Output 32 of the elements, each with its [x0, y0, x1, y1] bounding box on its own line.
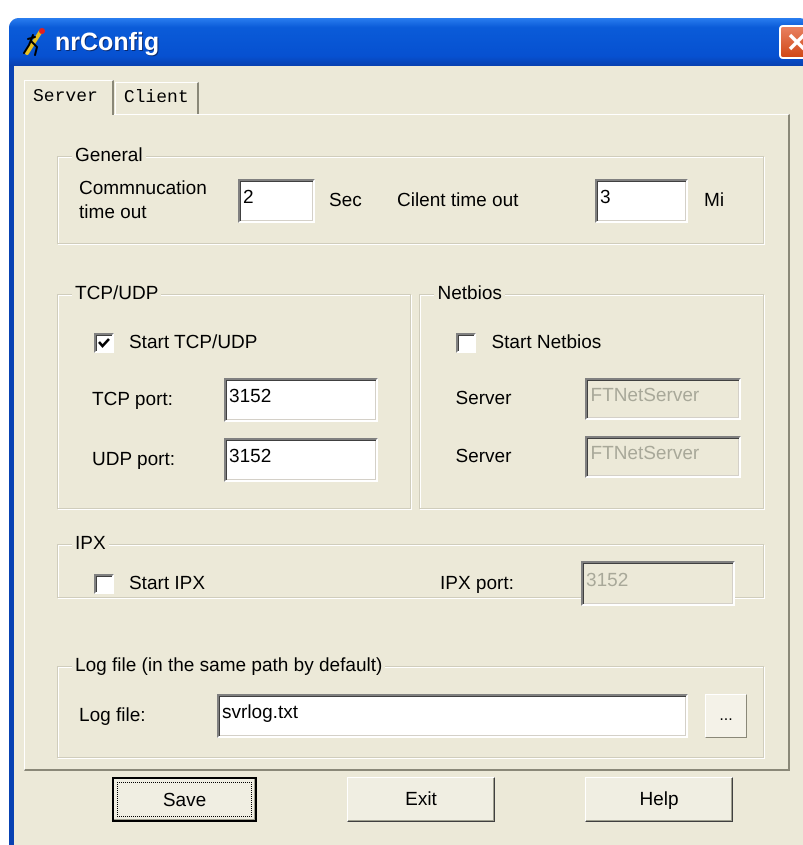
- figure-icon: [21, 27, 47, 57]
- field-label: Server: [455, 446, 512, 468]
- unit-label: Sec: [329, 190, 363, 212]
- checkbox[interactable]: [456, 333, 476, 353]
- field-label: Cilent time out: [397, 189, 520, 213]
- input-field[interactable]: 3152: [224, 378, 378, 422]
- input-field[interactable]: svrlog.txt: [217, 694, 688, 738]
- field-label: Commnucation time out: [79, 177, 208, 225]
- dialog-button[interactable]: Help: [585, 777, 733, 822]
- field-label: IPX port:: [440, 572, 515, 594]
- checkbox-label: Start IPX: [129, 572, 206, 594]
- field-label: Log file:: [79, 705, 147, 727]
- window-title: nrConfig: [55, 28, 160, 56]
- dialog-button[interactable]: Save: [112, 777, 257, 822]
- browse-button[interactable]: ...: [705, 694, 747, 738]
- check-icon: [97, 336, 111, 350]
- dialog-button[interactable]: Exit: [347, 777, 495, 822]
- checkbox-label: Start Netbios: [491, 332, 602, 354]
- tab[interactable]: Server: [24, 80, 114, 115]
- field-label: Server: [455, 388, 512, 410]
- field-label: UDP port:: [92, 449, 176, 471]
- checkbox-label: Start TCP/UDP: [129, 332, 258, 354]
- close-icon: [787, 32, 803, 52]
- tab[interactable]: Client: [114, 82, 199, 114]
- input-field[interactable]: 3: [595, 179, 688, 223]
- checkbox[interactable]: [94, 333, 114, 353]
- field-label: TCP port:: [92, 389, 174, 411]
- checkbox[interactable]: [94, 574, 114, 594]
- unit-label: Mi: [704, 190, 724, 212]
- input-field[interactable]: 2: [238, 179, 315, 223]
- input-field[interactable]: 3152: [224, 438, 378, 482]
- group-title: Log file (in the same path by default): [72, 655, 386, 677]
